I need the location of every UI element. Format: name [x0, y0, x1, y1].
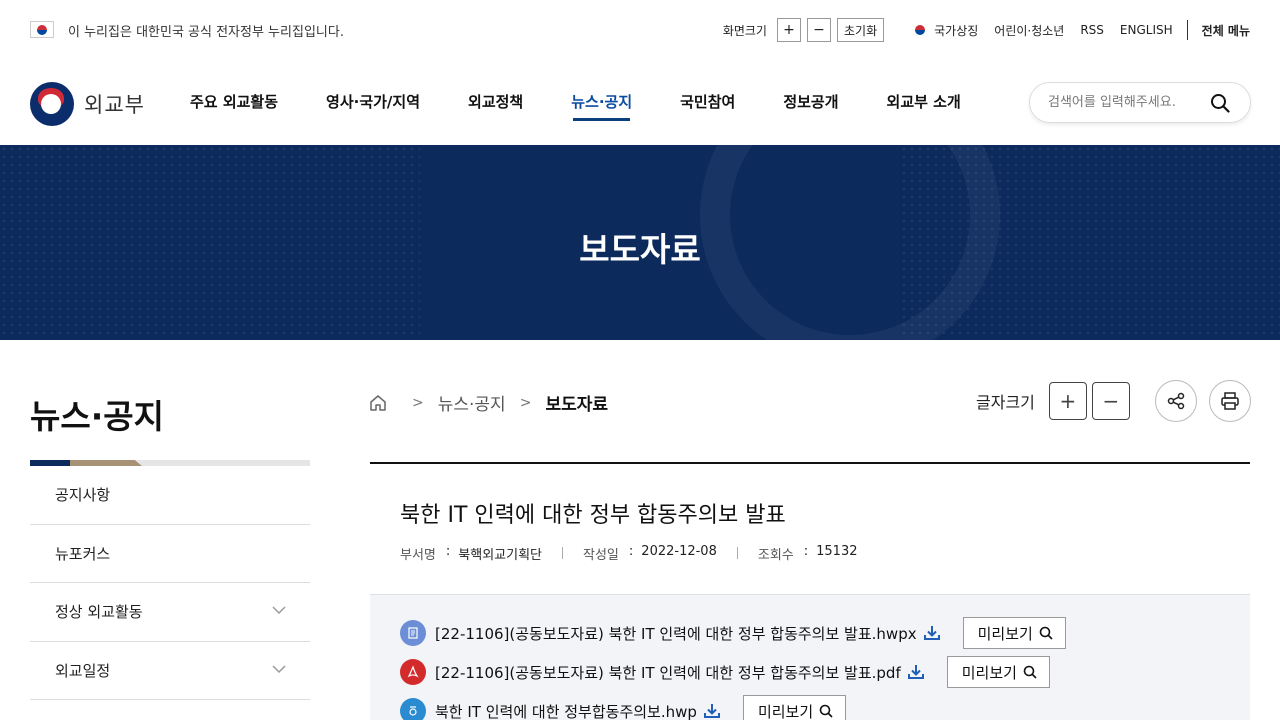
sidebar-item-label: 공지사항	[55, 486, 111, 505]
attachment-row: [22-1106](공동보도자료) 북한 IT 인력에 대한 정부 합동주의보 …	[400, 656, 1050, 688]
preview-label: 미리보기	[977, 624, 1033, 643]
search-icon	[1023, 665, 1037, 679]
meta-divider	[736, 547, 738, 559]
date-label: 작성일	[583, 548, 619, 563]
attachment-row: 북한 IT 인력에 대한 정부합동주의보.hwp 미리보기	[400, 695, 847, 720]
sidebar-menu: 공지사항 뉴포커스 정상 외교활동 외교일정	[30, 466, 310, 700]
nav-item-about[interactable]: 외교부 소개	[887, 91, 961, 112]
chevron-down-icon	[272, 664, 286, 673]
hwp-icon	[400, 698, 426, 720]
nav-item-policy[interactable]: 외교정책	[468, 91, 523, 112]
article-meta: 부서명 : 북핵외교기획단 작성일 : 2022-12-08 조회수 : 151…	[400, 544, 858, 563]
preview-label: 미리보기	[961, 663, 1017, 682]
preview-label: 미리보기	[757, 702, 814, 720]
meta-colon: :	[803, 544, 809, 559]
zoom-out-button[interactable]: −	[806, 18, 831, 42]
search-box	[1029, 82, 1251, 123]
utility-bar: 이 누리집은 대한민국 공식 전자정부 누리집입니다. 화면크기 + − 초기화…	[0, 0, 1280, 60]
chevron-right-icon: >	[519, 394, 532, 411]
page-banner: 보도자료	[0, 145, 1280, 340]
date-value: 2022-12-08	[641, 544, 717, 559]
attachment-link[interactable]: 북한 IT 인력에 대한 정부합동주의보.hwp	[435, 701, 697, 720]
sidebar-item-summit[interactable]: 정상 외교활동	[30, 583, 310, 642]
content-divider	[370, 462, 1250, 464]
rss-link[interactable]: RSS	[1080, 23, 1104, 37]
zoom-in-button[interactable]: +	[776, 18, 801, 42]
sidebar-title: 뉴스·공지	[30, 397, 164, 436]
document-icon	[400, 620, 426, 646]
search-icon	[1039, 626, 1053, 640]
zoom-label: 화면크기	[722, 23, 767, 38]
preview-button[interactable]: 미리보기	[742, 695, 847, 720]
nav-item-news[interactable]: 뉴스·공지	[571, 91, 632, 121]
share-button[interactable]	[1154, 380, 1197, 422]
national-symbol-icon	[912, 24, 928, 36]
breadcrumb-current: 보도자료	[545, 395, 608, 415]
preview-button[interactable]: 미리보기	[962, 617, 1066, 649]
nav-item-participation[interactable]: 국민참여	[680, 91, 735, 112]
download-icon[interactable]	[703, 702, 721, 720]
sidebar-item-newfocus[interactable]: 뉴포커스	[30, 525, 310, 583]
sidebar-item-label: 외교일정	[55, 661, 111, 680]
preview-button[interactable]: 미리보기	[946, 656, 1050, 688]
taegeuk-logo-icon	[30, 82, 74, 126]
pdf-icon	[400, 659, 426, 685]
logo-text: 외교부	[84, 93, 145, 117]
gov-notice[interactable]: 이 누리집은 대한민국 공식 전자정부 누리집입니다.	[68, 21, 344, 40]
attachment-link[interactable]: [22-1106](공동보도자료) 북한 IT 인력에 대한 정부 합동주의보 …	[435, 623, 917, 644]
breadcrumb-item[interactable]: 뉴스·공지	[438, 390, 506, 415]
logo[interactable]: 외교부	[30, 82, 145, 126]
all-menu-button[interactable]: 전체 메뉴	[1202, 22, 1250, 39]
attachment-list: [22-1106](공동보도자료) 북한 IT 인력에 대한 정부 합동주의보 …	[370, 594, 1250, 720]
font-size-label: 글자크기	[976, 393, 1035, 412]
meta-colon: :	[445, 544, 451, 559]
download-icon[interactable]	[907, 663, 925, 681]
chevron-down-icon	[272, 606, 286, 615]
zoom-reset-button[interactable]: 초기화	[836, 18, 885, 42]
chevron-right-icon: >	[412, 394, 424, 411]
attachment-link[interactable]: [22-1106](공동보도자료) 북한 IT 인력에 대한 정부 합동주의보 …	[435, 662, 901, 683]
download-icon[interactable]	[923, 624, 941, 642]
meta-divider	[562, 547, 564, 559]
sidebar-item-label: 정상 외교활동	[55, 603, 143, 622]
views-label: 조회수	[757, 548, 794, 563]
search-icon[interactable]	[1210, 93, 1230, 113]
share-icon	[1167, 392, 1185, 410]
main-nav: 주요 외교활동 영사·국가/지역 외교정책 뉴스·공지 국민참여 정보공개 외교…	[190, 91, 1009, 121]
meta-colon: :	[628, 544, 634, 559]
breadcrumb: > 뉴스·공지 > 보도자료	[368, 390, 608, 415]
dept-value: 북핵외교기획단	[458, 548, 543, 563]
main-header: 외교부 주요 외교활동 영사·국가/지역 외교정책 뉴스·공지 국민참여 정보공…	[0, 60, 1280, 145]
english-link[interactable]: ENGLISH	[1120, 23, 1173, 37]
print-icon	[1221, 392, 1239, 410]
page-tools: 글자크기 + −	[976, 380, 1251, 422]
views-value: 15132	[816, 544, 858, 559]
home-icon[interactable]	[368, 393, 388, 413]
nav-item-diplomacy[interactable]: 주요 외교활동	[190, 91, 278, 112]
article-title: 북한 IT 인력에 대한 정부 합동주의보 발표	[400, 503, 786, 528]
kids-link[interactable]: 어린이·청소년	[994, 22, 1064, 39]
attachment-row: [22-1106](공동보도자료) 북한 IT 인력에 대한 정부 합동주의보 …	[400, 617, 1066, 649]
utility-links: 화면크기 + − 초기화 국가상징 어린이·청소년 RSS ENGLISH 전체…	[723, 18, 1250, 42]
search-input[interactable]	[1048, 95, 1198, 110]
print-button[interactable]	[1208, 380, 1251, 422]
banner-title: 보도자료	[579, 230, 701, 269]
sidebar-item-label: 뉴포커스	[55, 544, 111, 563]
divider	[1186, 20, 1188, 40]
nav-item-consular[interactable]: 영사·국가/지역	[326, 91, 420, 112]
font-increase-button[interactable]: +	[1048, 382, 1087, 420]
font-decrease-button[interactable]: −	[1091, 382, 1130, 420]
dept-label: 부서명	[400, 548, 436, 563]
korea-flag-icon	[30, 21, 54, 38]
sidebar-item-notices[interactable]: 공지사항	[30, 466, 310, 525]
nav-item-disclosure[interactable]: 정보공개	[783, 91, 838, 112]
search-icon	[819, 704, 833, 718]
national-symbol-link[interactable]: 국가상징	[934, 22, 978, 39]
sidebar-item-schedule[interactable]: 외교일정	[30, 642, 310, 700]
